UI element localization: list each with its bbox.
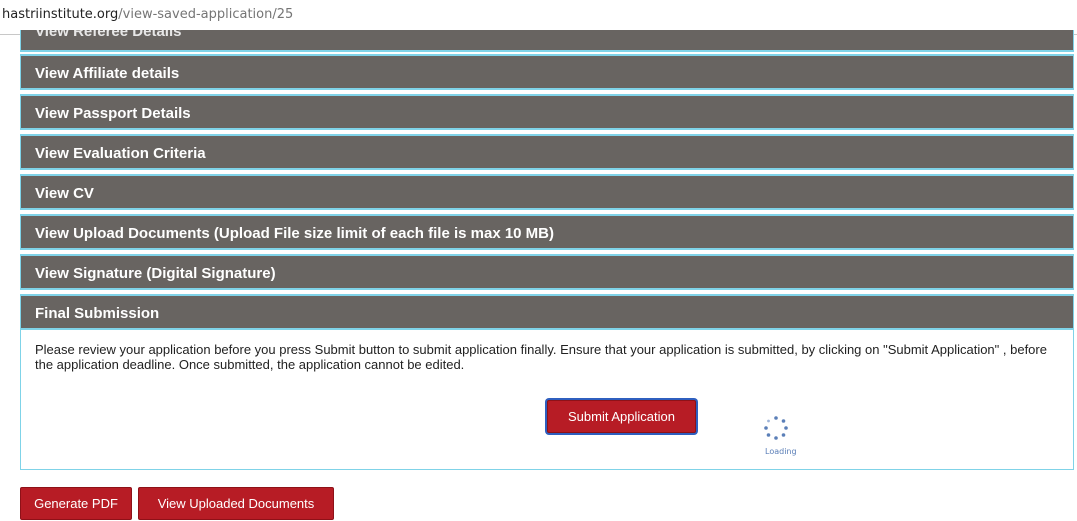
section-upload-documents[interactable]: View Upload Documents (Upload File size … — [20, 214, 1074, 250]
section-label: View Signature (Digital Signature) — [35, 265, 276, 282]
section-label: View Affiliate details — [35, 65, 180, 82]
section-label: Final Submission — [35, 305, 160, 322]
view-uploaded-documents-button[interactable]: View Uploaded Documents — [138, 487, 334, 520]
section-evaluation-criteria[interactable]: View Evaluation Criteria — [20, 134, 1074, 170]
url-path: /view-saved-application/25 — [118, 7, 294, 22]
section-final-submission[interactable]: Final Submission — [20, 294, 1074, 330]
loading-label: Loading — [765, 447, 797, 456]
section-passport-details[interactable]: View Passport Details — [20, 94, 1074, 130]
loading-spinner-icon — [764, 416, 788, 440]
section-affiliate-details[interactable]: View Affiliate details — [20, 54, 1074, 90]
submit-application-button[interactable]: Submit Application — [547, 400, 696, 433]
submission-notice: Please review your application before yo… — [35, 342, 1047, 372]
section-label: View Evaluation Criteria — [35, 145, 206, 162]
section-label: View Passport Details — [35, 105, 191, 122]
url-domain: hastriinstitute.org — [2, 7, 119, 22]
section-referee-details[interactable]: View Referee Details — [20, 30, 1074, 52]
section-label: View Referee Details — [35, 30, 182, 40]
section-label: View Upload Documents (Upload File size … — [35, 225, 555, 242]
generate-pdf-button[interactable]: Generate PDF — [20, 487, 132, 520]
section-label: View CV — [35, 185, 94, 202]
section-cv[interactable]: View CV — [20, 174, 1074, 210]
application-view: View Referee Details View Affiliate deta… — [20, 30, 1074, 521]
final-submission-panel: Please review your application before yo… — [20, 330, 1074, 470]
section-signature[interactable]: View Signature (Digital Signature) — [20, 254, 1074, 290]
